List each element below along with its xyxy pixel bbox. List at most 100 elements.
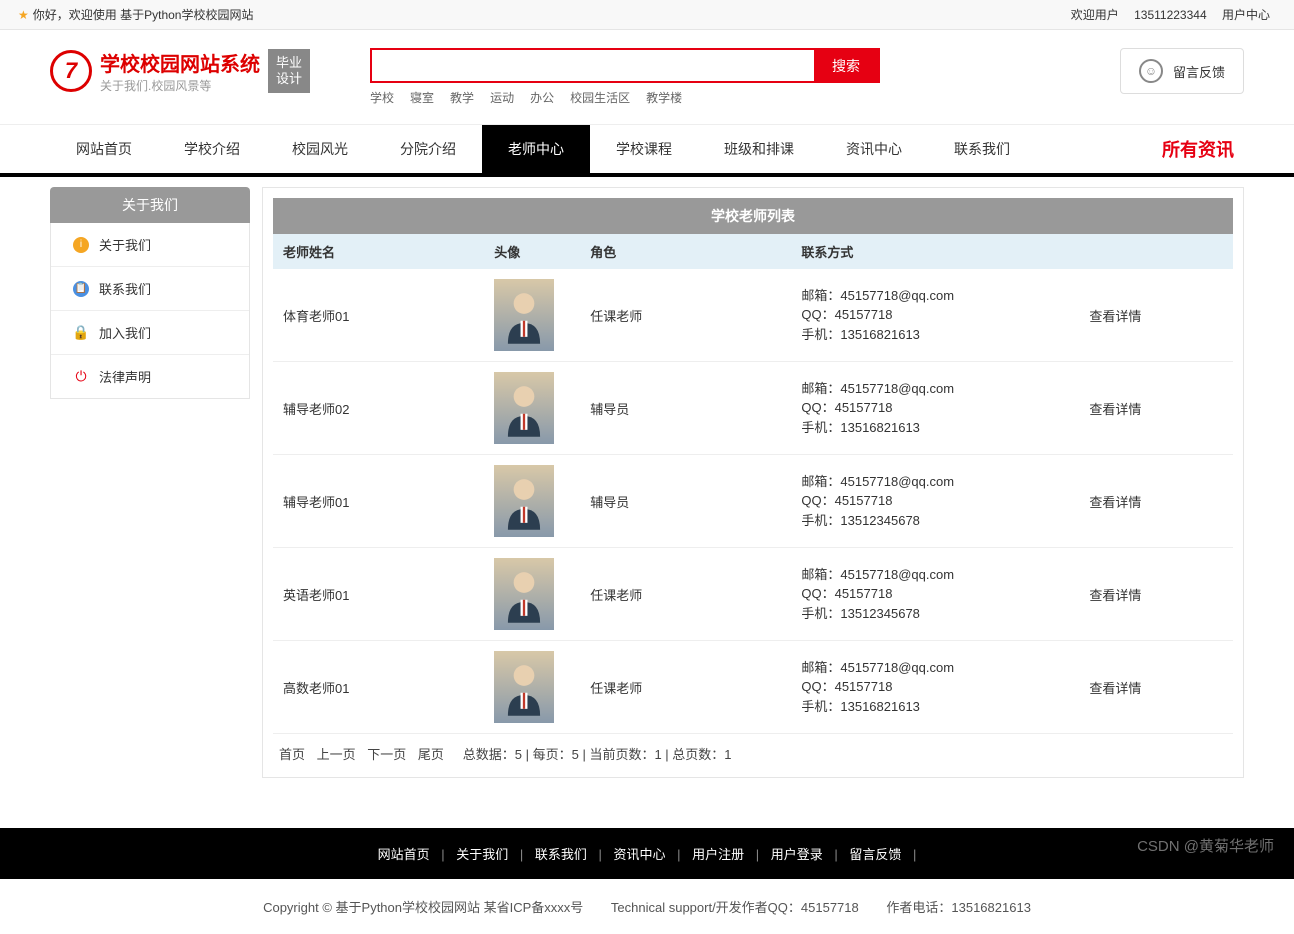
teacher-table: 老师姓名头像角色联系方式 体育老师01任课老师邮箱：45157718@qq.co… [273, 234, 1233, 734]
nav-item[interactable]: 老师中心 [482, 125, 590, 173]
feedback-label: 留言反馈 [1173, 62, 1225, 81]
sidebar-item[interactable]: ⏻ 法律声明 [51, 355, 249, 398]
panel-title: 学校老师列表 [273, 198, 1233, 234]
site-subtitle: 关于我们.校园风景等 [100, 77, 260, 94]
nav-item[interactable]: 资讯中心 [820, 125, 928, 173]
feedback-button[interactable]: ☺ 留言反馈 [1120, 48, 1244, 94]
logo-area[interactable]: 7 学校校园网站系统 关于我们.校园风景等 毕业设计 [50, 48, 310, 94]
sidebar-title: 关于我们 [50, 187, 250, 223]
search-button[interactable]: 搜索 [814, 50, 878, 81]
sidebar-item-label: 联系我们 [99, 279, 151, 298]
sidebar-item[interactable]: i 关于我们 [51, 223, 249, 267]
teacher-name: 高数老师01 [273, 641, 484, 734]
nav-item[interactable]: 班级和排课 [698, 125, 820, 173]
sidebar-item[interactable]: 📋联系我们 [51, 267, 249, 311]
site-title: 学校校园网站系统 [100, 48, 260, 77]
main-nav: 网站首页学校介绍校园风光分院介绍老师中心学校课程班级和排课资讯中心联系我们 所有资… [0, 124, 1294, 177]
footer-link[interactable]: 资讯中心 [613, 847, 665, 862]
topbar-right: 欢迎用户 13511223344 用户中心 [1065, 6, 1276, 23]
info-icon: i [73, 237, 89, 253]
page-prev[interactable]: 上一页 [317, 747, 356, 762]
teacher-name: 体育老师01 [273, 269, 484, 362]
logo-icon: 7 [50, 50, 92, 92]
footer-link[interactable]: 用户注册 [692, 847, 744, 862]
detail-link[interactable]: 查看详情 [1089, 309, 1141, 324]
table-row: 体育老师01任课老师邮箱：45157718@qq.comQQ：45157718手… [273, 269, 1233, 362]
footer-copy: Copyright © 基于Python学校校园网站 某省ICP备xxxx号 T… [0, 879, 1294, 934]
welcome-user-label: 欢迎用户 [1071, 8, 1119, 22]
table-row: 英语老师01任课老师邮箱：45157718@qq.comQQ：45157718手… [273, 548, 1233, 641]
teacher-role: 任课老师 [580, 641, 791, 734]
tech-support: Technical support/开发作者QQ：45157718 [611, 900, 859, 915]
user-phone[interactable]: 13511223344 [1134, 8, 1207, 22]
detail-link[interactable]: 查看详情 [1089, 588, 1141, 603]
copyright: Copyright © 基于Python学校校园网站 某省ICP备xxxx号 [263, 900, 583, 915]
table-row: 辅导老师01辅导员邮箱：45157718@qq.comQQ：45157718手机… [273, 455, 1233, 548]
footer-link[interactable]: 联系我们 [535, 847, 587, 862]
nav-all-news[interactable]: 所有资讯 [1152, 136, 1244, 162]
column-header [1079, 234, 1233, 269]
footer-link[interactable]: 留言反馈 [849, 847, 901, 862]
avatar [494, 372, 554, 444]
search-tag[interactable]: 办公 [530, 91, 554, 105]
teacher-role: 辅导员 [580, 362, 791, 455]
logo-badge: 毕业设计 [268, 49, 310, 92]
main-panel: 学校老师列表 老师姓名头像角色联系方式 体育老师01任课老师邮箱：4515771… [262, 187, 1244, 778]
footer-link[interactable]: 用户登录 [771, 847, 823, 862]
detail-link[interactable]: 查看详情 [1089, 495, 1141, 510]
sidebar-item-label: 法律声明 [99, 367, 151, 386]
teacher-name: 辅导老师02 [273, 362, 484, 455]
column-header: 老师姓名 [273, 234, 484, 269]
lock-icon: 🔒 [73, 325, 89, 341]
teacher-contact: 邮箱：45157718@qq.comQQ：45157718手机：13516821… [791, 269, 1079, 362]
footer-link[interactable]: 关于我们 [456, 847, 508, 862]
column-header: 头像 [484, 234, 580, 269]
nav-item[interactable]: 学校介绍 [158, 125, 266, 173]
search-tag[interactable]: 运动 [490, 91, 514, 105]
search-tag[interactable]: 校园生活区 [570, 91, 630, 105]
power-icon: ⏻ [73, 369, 89, 385]
headset-icon: ☺ [1139, 59, 1163, 83]
search-tag[interactable]: 学校 [370, 91, 394, 105]
column-header: 角色 [580, 234, 791, 269]
sidebar: 关于我们 i 关于我们 📋联系我们🔒加入我们 ⏻ 法律声明 [50, 187, 250, 778]
footer-link[interactable]: 网站首页 [378, 847, 430, 862]
topbar: ★你好，欢迎使用 基于Python学校校园网站 欢迎用户 13511223344… [0, 0, 1294, 30]
detail-link[interactable]: 查看详情 [1089, 681, 1141, 696]
table-row: 高数老师01任课老师邮箱：45157718@qq.comQQ：45157718手… [273, 641, 1233, 734]
table-body: 体育老师01任课老师邮箱：45157718@qq.comQQ：45157718手… [273, 269, 1233, 734]
avatar [494, 558, 554, 630]
page-last[interactable]: 尾页 [418, 747, 444, 762]
search-box: 搜索 [370, 48, 880, 83]
nav-item[interactable]: 校园风光 [266, 125, 374, 173]
detail-link[interactable]: 查看详情 [1089, 402, 1141, 417]
avatar [494, 651, 554, 723]
star-icon: ★ [18, 8, 29, 22]
page-next[interactable]: 下一页 [367, 747, 406, 762]
teacher-name: 辅导老师01 [273, 455, 484, 548]
search-tag[interactable]: 教学 [450, 91, 474, 105]
search-tag[interactable]: 寝室 [410, 91, 434, 105]
teacher-role: 辅导员 [580, 455, 791, 548]
sidebar-list: i 关于我们 📋联系我们🔒加入我们 ⏻ 法律声明 [50, 223, 250, 399]
teacher-name: 英语老师01 [273, 548, 484, 641]
table-header-row: 老师姓名头像角色联系方式 [273, 234, 1233, 269]
watermark: CSDN @黄菊华老师 [1137, 835, 1274, 856]
footer-links: 网站首页 | 关于我们 | 联系我们 | 资讯中心 | 用户注册 | 用户登录 … [0, 828, 1294, 879]
search-input[interactable] [372, 50, 814, 81]
page-first[interactable]: 首页 [279, 747, 305, 762]
nav-item[interactable]: 联系我们 [928, 125, 1036, 173]
nav-item[interactable]: 分院介绍 [374, 125, 482, 173]
sidebar-item[interactable]: 🔒加入我们 [51, 311, 249, 355]
user-center-link[interactable]: 用户中心 [1222, 8, 1270, 22]
footer: 网站首页 | 关于我们 | 联系我们 | 资讯中心 | 用户注册 | 用户登录 … [0, 828, 1294, 934]
header: 7 学校校园网站系统 关于我们.校园风景等 毕业设计 搜索 学校 寝室 教学 运动 办公… [0, 30, 1294, 106]
nav-item[interactable]: 网站首页 [50, 125, 158, 173]
search-tag[interactable]: 教学楼 [646, 91, 682, 105]
teacher-contact: 邮箱：45157718@qq.comQQ：45157718手机：13512345… [791, 548, 1079, 641]
sidebar-item-label: 关于我们 [99, 235, 151, 254]
nav-item[interactable]: 学校课程 [590, 125, 698, 173]
author-tel: 作者电话：13516821613 [886, 900, 1031, 915]
welcome-text: ★你好，欢迎使用 基于Python学校校园网站 [18, 6, 253, 23]
column-header: 联系方式 [791, 234, 1079, 269]
